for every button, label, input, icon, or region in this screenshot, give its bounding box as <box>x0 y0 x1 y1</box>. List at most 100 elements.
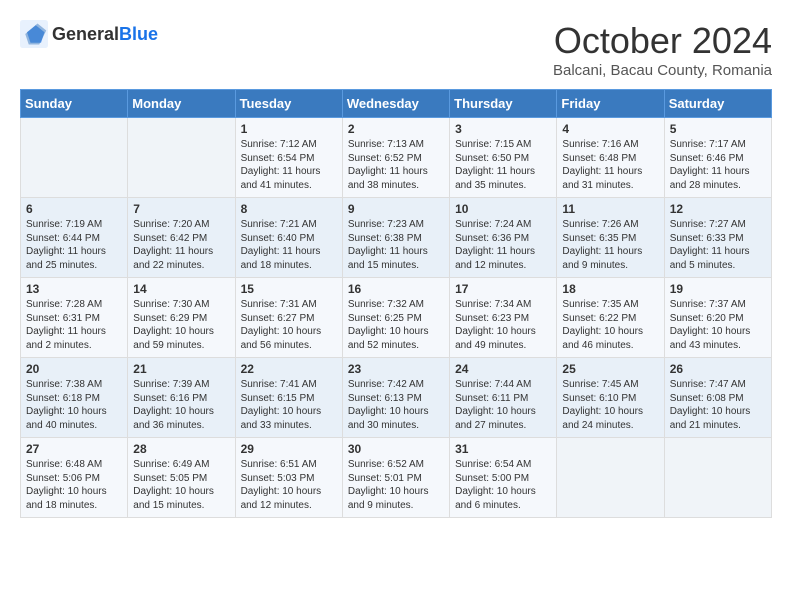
calendar-cell: 22 Sunrise: 7:41 AMSunset: 6:15 PMDayligh… <box>235 358 342 438</box>
day-header-monday: Monday <box>128 90 235 118</box>
day-number: 4 <box>562 122 658 136</box>
cell-details: Sunrise: 6:51 AMSunset: 5:03 PMDaylight:… <box>241 458 337 512</box>
day-header-saturday: Saturday <box>664 90 771 118</box>
day-header-tuesday: Tuesday <box>235 90 342 118</box>
calendar-cell: 4Sunrise: 7:16 AMSunset: 6:48 PMDaylight… <box>557 118 664 198</box>
cell-details: Sunrise: 7:42 AMSunset: 6:13 PMDaylight:… <box>348 378 444 432</box>
calendar-cell <box>557 438 664 518</box>
calendar-header-row: SundayMondayTuesdayWednesdayThursdayFrid… <box>21 90 772 118</box>
calendar-cell: 12Sunrise: 7:27 AMSunset: 6:33 PMDayligh… <box>664 198 771 278</box>
calendar-cell: 27Sunrise: 6:48 AMSunset: 5:06 PMDayligh… <box>21 438 128 518</box>
calendar-week-4: 20 Sunrise: 7:38 AMSunset: 6:18 PMDayligh… <box>21 358 772 438</box>
calendar-table: SundayMondayTuesdayWednesdayThursdayFrid… <box>20 89 772 518</box>
cell-details: Sunrise: 7:31 AMSunset: 6:27 PMDaylight:… <box>241 298 337 352</box>
day-number: 9 <box>348 202 444 216</box>
calendar-cell <box>128 118 235 198</box>
logo-general: General <box>52 24 119 44</box>
calendar-cell: 7 Sunrise: 7:20 AMSunset: 6:42 PMDaylight… <box>128 198 235 278</box>
logo: GeneralBlue <box>20 20 158 48</box>
day-number: 6 <box>26 202 122 216</box>
cell-details: Sunrise: 7:47 AMSunset: 6:08 PMDaylight:… <box>670 378 766 432</box>
day-number: 3 <box>455 122 551 136</box>
day-number: 7 <box>133 202 229 216</box>
calendar-cell: 3 Sunrise: 7:15 AMSunset: 6:50 PMDaylight… <box>450 118 557 198</box>
day-number: 24 <box>455 362 551 376</box>
cell-details: Sunrise: 7:32 AMSunset: 6:25 PMDaylight:… <box>348 298 444 352</box>
cell-details: Sunrise: 6:52 AMSunset: 5:01 PMDaylight:… <box>348 458 444 512</box>
calendar-cell: 24 Sunrise: 7:44 AMSunset: 6:11 PMDayligh… <box>450 358 557 438</box>
calendar-week-5: 27Sunrise: 6:48 AMSunset: 5:06 PMDayligh… <box>21 438 772 518</box>
calendar-cell: 29 Sunrise: 6:51 AMSunset: 5:03 PMDayligh… <box>235 438 342 518</box>
cell-details: Sunrise: 7:20 AMSunset: 6:42 PMDaylight:… <box>133 218 229 272</box>
calendar-cell: 1 Sunrise: 7:12 AMSunset: 6:54 PMDaylight… <box>235 118 342 198</box>
cell-details: Sunrise: 6:49 AMSunset: 5:05 PMDaylight:… <box>133 458 229 512</box>
cell-details: Sunrise: 7:38 AMSunset: 6:18 PMDaylight:… <box>26 378 122 432</box>
cell-details: Sunrise: 6:48 AMSunset: 5:06 PMDaylight:… <box>26 458 122 512</box>
day-header-friday: Friday <box>557 90 664 118</box>
calendar-week-1: 1 Sunrise: 7:12 AMSunset: 6:54 PMDaylight… <box>21 118 772 198</box>
day-number: 19 <box>670 282 766 296</box>
logo-text: GeneralBlue <box>52 24 158 45</box>
calendar-cell: 2 Sunrise: 7:13 AMSunset: 6:52 PMDaylight… <box>342 118 449 198</box>
calendar-cell: 28Sunrise: 6:49 AMSunset: 5:05 PMDayligh… <box>128 438 235 518</box>
calendar-cell <box>664 438 771 518</box>
cell-details: Sunrise: 7:19 AMSunset: 6:44 PMDaylight:… <box>26 218 122 272</box>
location-subtitle: Balcani, Bacau County, Romania <box>553 62 772 79</box>
day-number: 29 <box>241 442 337 456</box>
day-header-sunday: Sunday <box>21 90 128 118</box>
cell-details: Sunrise: 7:24 AMSunset: 6:36 PMDaylight:… <box>455 218 551 272</box>
calendar-cell: 26 Sunrise: 7:47 AMSunset: 6:08 PMDayligh… <box>664 358 771 438</box>
day-number: 15 <box>241 282 337 296</box>
cell-details: Sunrise: 7:41 AMSunset: 6:15 PMDaylight:… <box>241 378 337 432</box>
cell-details: Sunrise: 7:12 AMSunset: 6:54 PMDaylight:… <box>241 138 337 192</box>
day-header-thursday: Thursday <box>450 90 557 118</box>
day-number: 20 <box>26 362 122 376</box>
day-number: 26 <box>670 362 766 376</box>
calendar-cell: 11Sunrise: 7:26 AMSunset: 6:35 PMDayligh… <box>557 198 664 278</box>
calendar-cell: 8Sunrise: 7:21 AMSunset: 6:40 PMDaylight… <box>235 198 342 278</box>
page-header: GeneralBlue October 2024 Balcani, Bacau … <box>20 20 772 79</box>
cell-details: Sunrise: 7:23 AMSunset: 6:38 PMDaylight:… <box>348 218 444 272</box>
cell-details: Sunrise: 7:39 AMSunset: 6:16 PMDaylight:… <box>133 378 229 432</box>
day-header-wednesday: Wednesday <box>342 90 449 118</box>
day-number: 23 <box>348 362 444 376</box>
calendar-cell <box>21 118 128 198</box>
cell-details: Sunrise: 7:28 AMSunset: 6:31 PMDaylight:… <box>26 298 122 352</box>
calendar-cell: 25Sunrise: 7:45 AMSunset: 6:10 PMDayligh… <box>557 358 664 438</box>
calendar-cell: 16Sunrise: 7:32 AMSunset: 6:25 PMDayligh… <box>342 278 449 358</box>
cell-details: Sunrise: 7:30 AMSunset: 6:29 PMDaylight:… <box>133 298 229 352</box>
calendar-cell: 20 Sunrise: 7:38 AMSunset: 6:18 PMDayligh… <box>21 358 128 438</box>
calendar-week-3: 13 Sunrise: 7:28 AMSunset: 6:31 PMDayligh… <box>21 278 772 358</box>
calendar-cell: 17Sunrise: 7:34 AMSunset: 6:23 PMDayligh… <box>450 278 557 358</box>
calendar-cell: 10 Sunrise: 7:24 AMSunset: 6:36 PMDayligh… <box>450 198 557 278</box>
day-number: 18 <box>562 282 658 296</box>
calendar-week-2: 6 Sunrise: 7:19 AMSunset: 6:44 PMDaylight… <box>21 198 772 278</box>
title-block: October 2024 Balcani, Bacau County, Roma… <box>553 20 772 79</box>
day-number: 14 <box>133 282 229 296</box>
calendar-cell: 5Sunrise: 7:17 AMSunset: 6:46 PMDaylight… <box>664 118 771 198</box>
day-number: 2 <box>348 122 444 136</box>
day-number: 1 <box>241 122 337 136</box>
calendar-cell: 6 Sunrise: 7:19 AMSunset: 6:44 PMDaylight… <box>21 198 128 278</box>
day-number: 25 <box>562 362 658 376</box>
calendar-cell: 15 Sunrise: 7:31 AMSunset: 6:27 PMDayligh… <box>235 278 342 358</box>
cell-details: Sunrise: 7:15 AMSunset: 6:50 PMDaylight:… <box>455 138 551 192</box>
calendar-cell: 14 Sunrise: 7:30 AMSunset: 6:29 PMDayligh… <box>128 278 235 358</box>
cell-details: Sunrise: 7:34 AMSunset: 6:23 PMDaylight:… <box>455 298 551 352</box>
cell-details: Sunrise: 7:26 AMSunset: 6:35 PMDaylight:… <box>562 218 658 272</box>
day-number: 22 <box>241 362 337 376</box>
day-number: 10 <box>455 202 551 216</box>
cell-details: Sunrise: 7:17 AMSunset: 6:46 PMDaylight:… <box>670 138 766 192</box>
cell-details: Sunrise: 7:44 AMSunset: 6:11 PMDaylight:… <box>455 378 551 432</box>
calendar-cell: 21Sunrise: 7:39 AMSunset: 6:16 PMDayligh… <box>128 358 235 438</box>
day-number: 8 <box>241 202 337 216</box>
day-number: 12 <box>670 202 766 216</box>
month-title: October 2024 <box>553 20 772 62</box>
day-number: 13 <box>26 282 122 296</box>
day-number: 30 <box>348 442 444 456</box>
cell-details: Sunrise: 7:37 AMSunset: 6:20 PMDaylight:… <box>670 298 766 352</box>
calendar-cell: 9 Sunrise: 7:23 AMSunset: 6:38 PMDaylight… <box>342 198 449 278</box>
calendar-cell: 13 Sunrise: 7:28 AMSunset: 6:31 PMDayligh… <box>21 278 128 358</box>
cell-details: Sunrise: 6:54 AMSunset: 5:00 PMDaylight:… <box>455 458 551 512</box>
cell-details: Sunrise: 7:13 AMSunset: 6:52 PMDaylight:… <box>348 138 444 192</box>
